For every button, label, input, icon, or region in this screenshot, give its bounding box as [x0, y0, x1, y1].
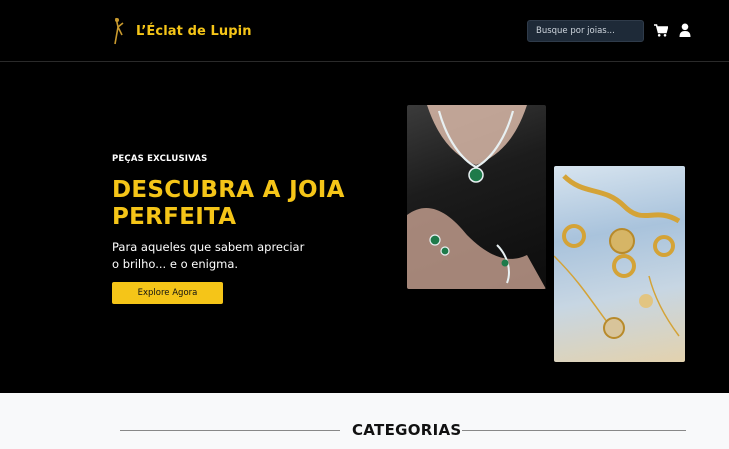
cart-icon[interactable] — [654, 24, 668, 37]
hero-headline: DESCUBRA A JOIA PERFEITA — [112, 177, 345, 230]
categories-title: CATEGORIAS — [352, 421, 462, 439]
hero-subtext-line-1: Para aqueles que sabem apreciar — [112, 240, 305, 254]
navbar: L’Éclat de Lupin — [0, 0, 729, 62]
divider-left — [120, 430, 340, 431]
categories-section: CATEGORIAS — [0, 393, 729, 449]
explore-button[interactable]: Explore Agora — [112, 282, 223, 304]
divider-right — [462, 430, 686, 431]
brand[interactable]: L’Éclat de Lupin — [112, 17, 252, 45]
hero-subtext: Para aqueles que sabem apreciar o brilho… — [112, 239, 332, 273]
hero-eyebrow: PEÇAS EXCLUSIVAS — [112, 154, 208, 164]
gold-jewelry-photo — [554, 166, 685, 362]
lupin-logo-icon — [114, 17, 124, 45]
search-input[interactable] — [527, 20, 644, 42]
user-icon[interactable] — [679, 23, 691, 37]
necklace-photo — [407, 105, 546, 289]
hero-subtext-line-2: o brilho... e o enigma. — [112, 257, 239, 271]
brand-name: L’Éclat de Lupin — [136, 23, 252, 39]
